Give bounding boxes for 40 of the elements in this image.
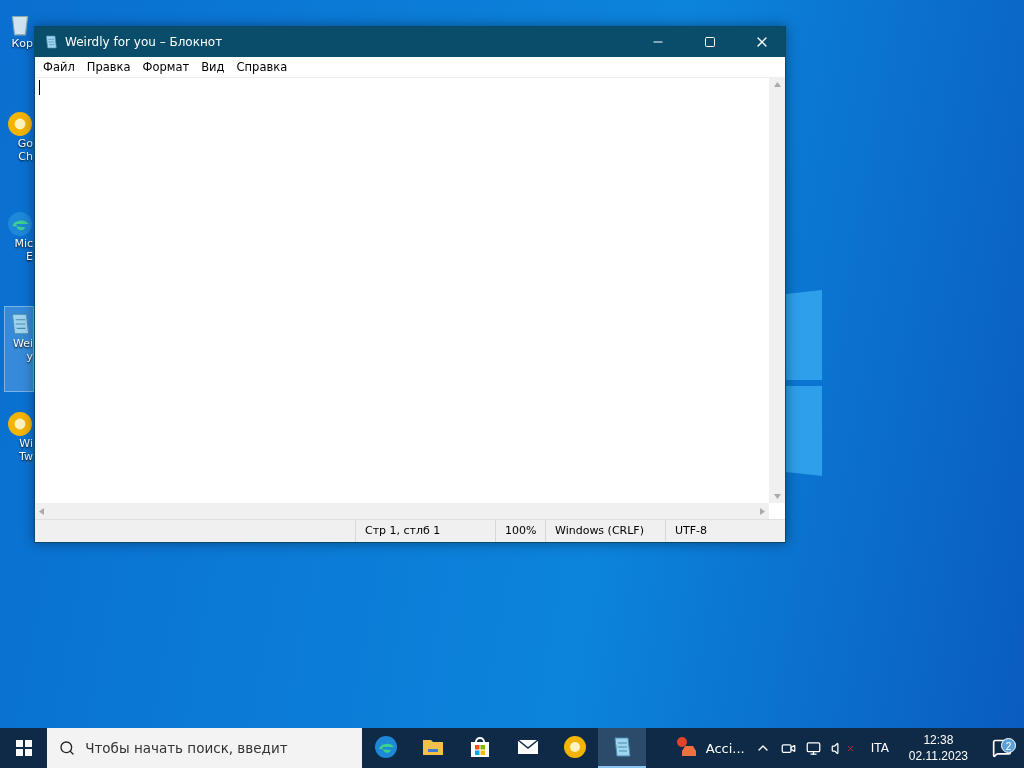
- shortcut-label: Mic: [14, 237, 33, 250]
- status-text: 100%: [495, 520, 545, 542]
- notepad-icon: [43, 34, 59, 50]
- shortcut-label: E: [26, 250, 33, 263]
- menu-item[interactable]: Справка: [230, 57, 294, 77]
- shortcut-label: Go: [17, 137, 33, 150]
- desktop-shortcut[interactable]: Go Ch: [4, 106, 34, 192]
- shortcut-label: Кор: [11, 37, 33, 50]
- status-text: UTF-8: [665, 520, 785, 542]
- language-indicator[interactable]: ITA: [862, 741, 897, 755]
- search-bar[interactable]: Чтобы начать поиск, введит: [47, 728, 363, 768]
- menu-item[interactable]: Вид: [195, 57, 231, 77]
- edge-swirl-icon: [7, 211, 33, 237]
- status-text: Стр 1, стлб 1: [355, 520, 495, 542]
- shortcut-label: Wei: [12, 337, 33, 350]
- ring-app-icon: [7, 411, 33, 437]
- shortcut-label: Wi: [19, 437, 33, 450]
- clock[interactable]: 12:38 02.11.2023: [902, 733, 974, 763]
- shortcut-label: Tw: [19, 450, 33, 463]
- ring-app-icon: [562, 735, 587, 759]
- notification-count: 2: [1001, 738, 1016, 753]
- desktop-shortcut[interactable]: Wi Tw: [4, 406, 34, 492]
- menu-item[interactable]: Формат: [136, 57, 196, 77]
- shortcut-label: Ch: [18, 150, 33, 163]
- maximize-icon: [704, 36, 716, 48]
- alert-app-button[interactable]: Acci...: [667, 728, 753, 768]
- desktop-shortcut[interactable]: Кор: [4, 6, 34, 92]
- status-text: Windows (CRLF): [545, 520, 665, 542]
- menu-item[interactable]: Файл: [37, 57, 81, 77]
- desktop-shortcut[interactable]: Wei y: [4, 306, 34, 392]
- desktop-shortcut[interactable]: Mic E: [4, 206, 34, 292]
- edge-swirl-icon: [373, 735, 398, 759]
- search-field[interactable]: Чтобы начать поиск, введит: [83, 739, 358, 757]
- ring-app-icon: [7, 111, 33, 137]
- text-cursor: [39, 80, 40, 95]
- menu-item[interactable]: Правка: [80, 57, 137, 77]
- windows-logo-icon: [15, 740, 32, 756]
- search-icon: [59, 740, 76, 756]
- window-title: Weirdly for you – Блокнот: [65, 35, 224, 49]
- shortcut-label: y: [26, 350, 33, 363]
